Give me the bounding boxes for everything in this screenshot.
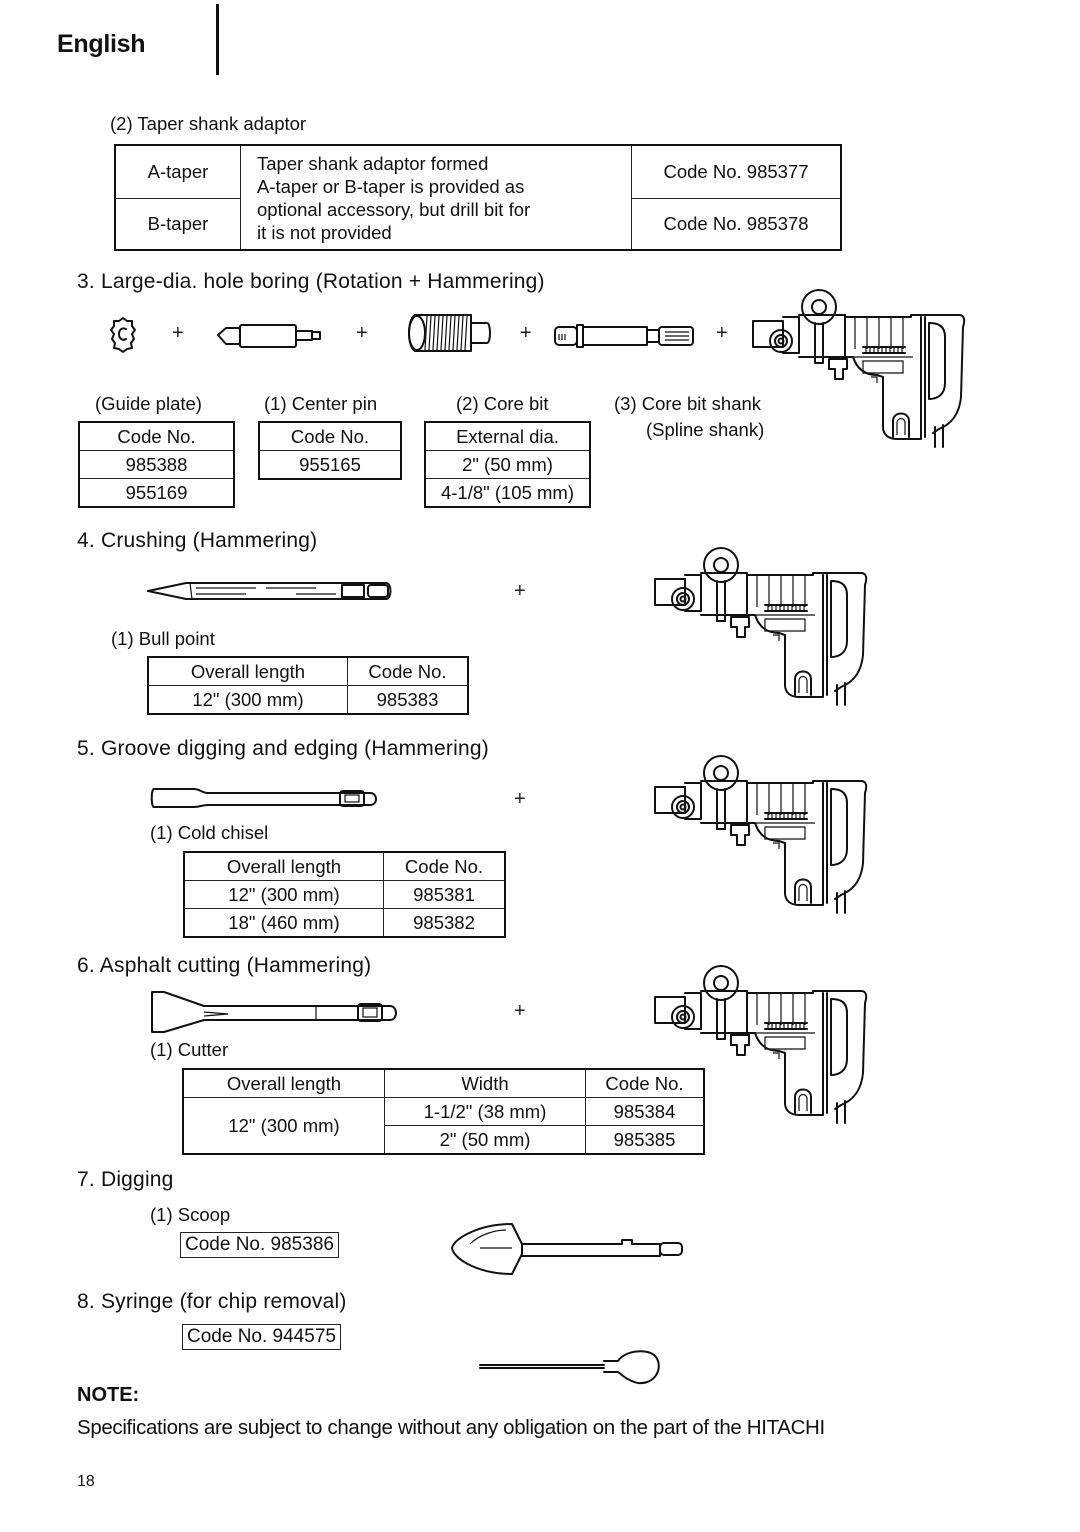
plus-sign: + bbox=[514, 788, 526, 810]
section-7-title: 7. Digging bbox=[77, 1168, 174, 1191]
table-header: Overall length bbox=[147, 656, 348, 686]
table-cell: 12" (300 mm) bbox=[182, 1097, 385, 1155]
table-header: Overall length bbox=[183, 851, 384, 881]
taper-description-cell: Taper shank adaptor formed A-taper or B-… bbox=[240, 144, 632, 251]
table-cell: 985388 bbox=[78, 450, 235, 479]
section-6-title: 6. Asphalt cutting (Hammering) bbox=[77, 954, 372, 977]
section-4-title: 4. Crushing (Hammering) bbox=[77, 529, 318, 552]
table-cell: 2" (50 mm) bbox=[384, 1125, 586, 1155]
core-bit-table: External dia. 2" (50 mm) 4-1/8" (105 mm) bbox=[424, 421, 591, 508]
table-header: Code No. bbox=[383, 851, 506, 881]
header-divider bbox=[216, 4, 219, 75]
description-line: optional accessory, but drill bit for bbox=[257, 198, 531, 220]
note-text: Specifications are subject to change wit… bbox=[77, 1416, 825, 1439]
cold-chisel-table: Overall length Code No. 12" (300 mm) 985… bbox=[183, 851, 506, 938]
description-line: A-taper or B-taper is provided as bbox=[257, 175, 525, 197]
scoop-code-box: Code No. 985386 bbox=[180, 1232, 339, 1258]
table-cell: 1-1/2" (38 mm) bbox=[384, 1097, 586, 1126]
note-heading: NOTE: bbox=[77, 1384, 140, 1406]
table-cell: 18" (460 mm) bbox=[183, 908, 384, 938]
center-pin-label: (1) Center pin bbox=[264, 393, 378, 414]
cutter-icon bbox=[151, 991, 397, 1033]
core-bit-shank-icon bbox=[554, 324, 694, 348]
core-bit-shank-label: (3) Core bit shank bbox=[614, 393, 762, 414]
table-header: External dia. bbox=[424, 421, 591, 451]
core-bit-icon bbox=[408, 314, 491, 352]
description-line: it is not provided bbox=[257, 221, 392, 243]
hammer-drill-icon bbox=[654, 755, 868, 914]
description-line: Taper shank adaptor formed bbox=[257, 152, 489, 174]
language-label: English bbox=[57, 30, 146, 58]
bull-point-table: Overall length Code No. 12" (300 mm) 985… bbox=[147, 656, 469, 715]
table-cell: 985384 bbox=[585, 1097, 705, 1126]
hammer-drill-icon bbox=[752, 289, 966, 448]
table-header: Code No. bbox=[78, 421, 235, 451]
cold-chisel-icon bbox=[150, 788, 377, 808]
table-header: Width bbox=[384, 1068, 586, 1098]
guide-plate-label: (Guide plate) bbox=[95, 393, 202, 414]
syringe-code-box: Code No. 944575 bbox=[182, 1324, 341, 1350]
plus-sign: + bbox=[514, 580, 526, 602]
plus-sign: + bbox=[514, 1000, 526, 1022]
taper-table: A-taper Taper shank adaptor formed A-tap… bbox=[114, 144, 842, 251]
plus-sign: + bbox=[520, 322, 532, 344]
spline-shank-label: (Spline shank) bbox=[646, 419, 765, 440]
taper-type-cell: B-taper bbox=[114, 198, 241, 251]
guide-plate-icon bbox=[110, 317, 136, 353]
scoop-icon bbox=[451, 1223, 683, 1275]
bull-point-icon bbox=[147, 582, 392, 600]
taper-type-cell: A-taper bbox=[114, 144, 241, 199]
table-cell: 985381 bbox=[383, 880, 506, 909]
plus-sign: + bbox=[716, 322, 728, 344]
section-8-title: 8. Syringe (for chip removal) bbox=[77, 1290, 347, 1313]
plus-sign: + bbox=[356, 322, 368, 344]
table-cell: 985385 bbox=[585, 1125, 705, 1155]
taper-section-title: (2) Taper shank adaptor bbox=[110, 113, 307, 134]
cutter-label: (1) Cutter bbox=[150, 1039, 229, 1060]
table-cell: 955165 bbox=[258, 450, 402, 480]
table-header: Code No. bbox=[347, 656, 469, 686]
center-pin-table: Code No. 955165 bbox=[258, 421, 402, 480]
table-cell: 2" (50 mm) bbox=[424, 450, 591, 479]
table-header: Overall length bbox=[182, 1068, 385, 1098]
taper-code-cell: Code No. 985378 bbox=[631, 198, 842, 251]
taper-code-cell: Code No. 985377 bbox=[631, 144, 842, 199]
table-header: Code No. bbox=[585, 1068, 705, 1098]
hammer-drill-icon bbox=[654, 547, 868, 706]
scoop-label: (1) Scoop bbox=[150, 1204, 231, 1225]
center-pin-icon bbox=[217, 324, 321, 348]
plus-sign: + bbox=[172, 322, 184, 344]
table-cell: 985383 bbox=[347, 685, 469, 715]
table-cell: 4-1/8" (105 mm) bbox=[424, 478, 591, 508]
syringe-icon bbox=[479, 1350, 660, 1385]
bull-point-label: (1) Bull point bbox=[111, 628, 215, 649]
table-cell: 955169 bbox=[78, 478, 235, 508]
section-5-title: 5. Groove digging and edging (Hammering) bbox=[77, 737, 489, 760]
table-cell: 12" (300 mm) bbox=[183, 880, 384, 909]
cutter-table: Overall length Width Code No. 12" (300 m… bbox=[182, 1068, 705, 1155]
table-header: Code No. bbox=[258, 421, 402, 451]
page-number: 18 bbox=[77, 1473, 95, 1490]
guide-plate-table: Code No. 985388 955169 bbox=[78, 421, 235, 508]
table-cell: 985382 bbox=[383, 908, 506, 938]
core-bit-label: (2) Core bit bbox=[456, 393, 549, 414]
table-cell: 12" (300 mm) bbox=[147, 685, 348, 715]
section-3-title: 3. Large-dia. hole boring (Rotation + Ha… bbox=[77, 270, 545, 293]
cold-chisel-label: (1) Cold chisel bbox=[150, 822, 269, 843]
